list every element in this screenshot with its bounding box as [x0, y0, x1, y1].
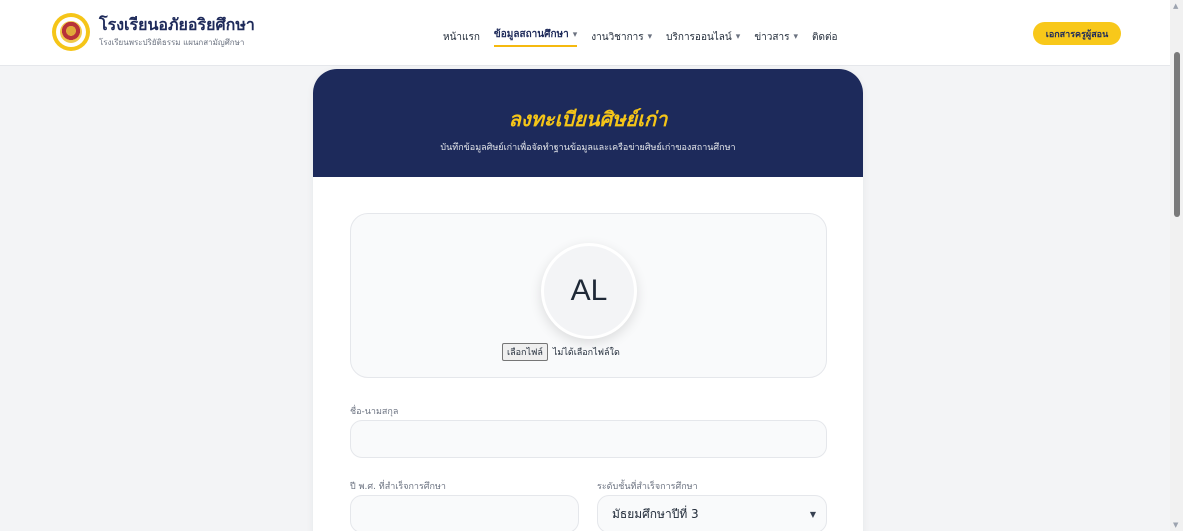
- graduation-year-input[interactable]: [350, 495, 579, 531]
- nav-item-label: ข่าวสาร: [754, 31, 790, 43]
- teacher-documents-button[interactable]: เอกสารครูผู้สอน: [1033, 22, 1121, 45]
- chevron-down-icon: ▾: [572, 29, 578, 40]
- page-scrollbar[interactable]: ▲ ▼: [1170, 0, 1183, 531]
- top-navbar: โรงเรียนอภัยอริยศึกษา โรงเรียนพระปริยัติ…: [0, 0, 1170, 66]
- nav-item-label: ข้อมูลสถานศึกษา: [493, 29, 569, 40]
- nav-item-online-services[interactable]: บริการออนไลน์ ▾: [666, 27, 740, 47]
- chevron-down-icon: ▾: [647, 32, 653, 42]
- chevron-down-icon: ▾: [735, 32, 741, 42]
- graduation-level-select[interactable]: มัธยมศึกษาปีที่ 3 ▼: [597, 495, 827, 531]
- full-name-input[interactable]: [350, 420, 827, 458]
- brand-title: โรงเรียนอภัยอริยศึกษา: [99, 14, 255, 34]
- nav-item-home[interactable]: หน้าแรก: [443, 27, 480, 47]
- file-status-text: ไม่ได้เลือกไฟล์ใด: [552, 348, 620, 358]
- card-header: ลงทะเบียนศิษย์เก่า บันทึกข้อมูลศิษย์เก่า…: [313, 69, 863, 177]
- alumni-registration-card: ลงทะเบียนศิษย์เก่า บันทึกข้อมูลศิษย์เก่า…: [313, 69, 863, 531]
- nav-item-label: งานวิชาการ: [591, 31, 644, 43]
- file-input[interactable]: เลือกไฟล์ ไม่ได้เลือกไฟล์ใด: [502, 343, 620, 361]
- avatar: AL: [541, 243, 637, 339]
- full-name-label: ชื่อ-นามสกุล: [350, 407, 399, 417]
- scroll-down-arrow-icon[interactable]: ▼: [1173, 521, 1178, 529]
- brand-subtitle: โรงเรียนพระปริยัติธรรม แผนกสามัญศึกษา: [99, 37, 245, 47]
- chevron-down-icon: ▾: [793, 32, 798, 42]
- nav-item-label: ติดต่อ: [812, 31, 838, 43]
- scroll-thumb[interactable]: [1174, 52, 1180, 217]
- chevron-down-icon: ▼: [809, 509, 816, 519]
- nav-item-academic[interactable]: งานวิชาการ ▾: [591, 27, 652, 47]
- nav-item-label: บริการออนไลน์: [666, 31, 732, 43]
- graduation-level-label: ระดับชั้นที่สำเร็จการศึกษา: [597, 482, 698, 492]
- graduation-level-value: มัธยมศึกษาปีที่ 3: [612, 506, 699, 521]
- nav-item-contact[interactable]: ติดต่อ: [812, 27, 838, 47]
- brand[interactable]: โรงเรียนอภัยอริยศึกษา โรงเรียนพระปริยัติ…: [52, 13, 255, 51]
- form-title: ลงทะเบียนศิษย์เก่า: [508, 107, 668, 131]
- nav-item-label: หน้าแรก: [443, 31, 480, 43]
- school-logo: [52, 13, 90, 51]
- form-subtitle: บันทึกข้อมูลศิษย์เก่าเพื่อจัดทำฐานข้อมูล…: [440, 143, 736, 153]
- photo-upload-area: AL เลือกไฟล์ ไม่ได้เลือกไฟล์ใด: [350, 213, 827, 378]
- main-menu: หน้าแรก ข้อมูลสถานศึกษา ▾ งานวิชาการ ▾ บ…: [443, 27, 852, 47]
- scroll-up-arrow-icon[interactable]: ▲: [1173, 2, 1178, 10]
- nav-item-news[interactable]: ข่าวสาร ▾: [754, 27, 798, 47]
- graduation-year-label: ปี พ.ศ. ที่สำเร็จการศึกษา: [350, 482, 446, 492]
- nav-item-school-info[interactable]: ข้อมูลสถานศึกษา ▾: [493, 27, 578, 47]
- choose-file-button[interactable]: เลือกไฟล์: [502, 343, 548, 361]
